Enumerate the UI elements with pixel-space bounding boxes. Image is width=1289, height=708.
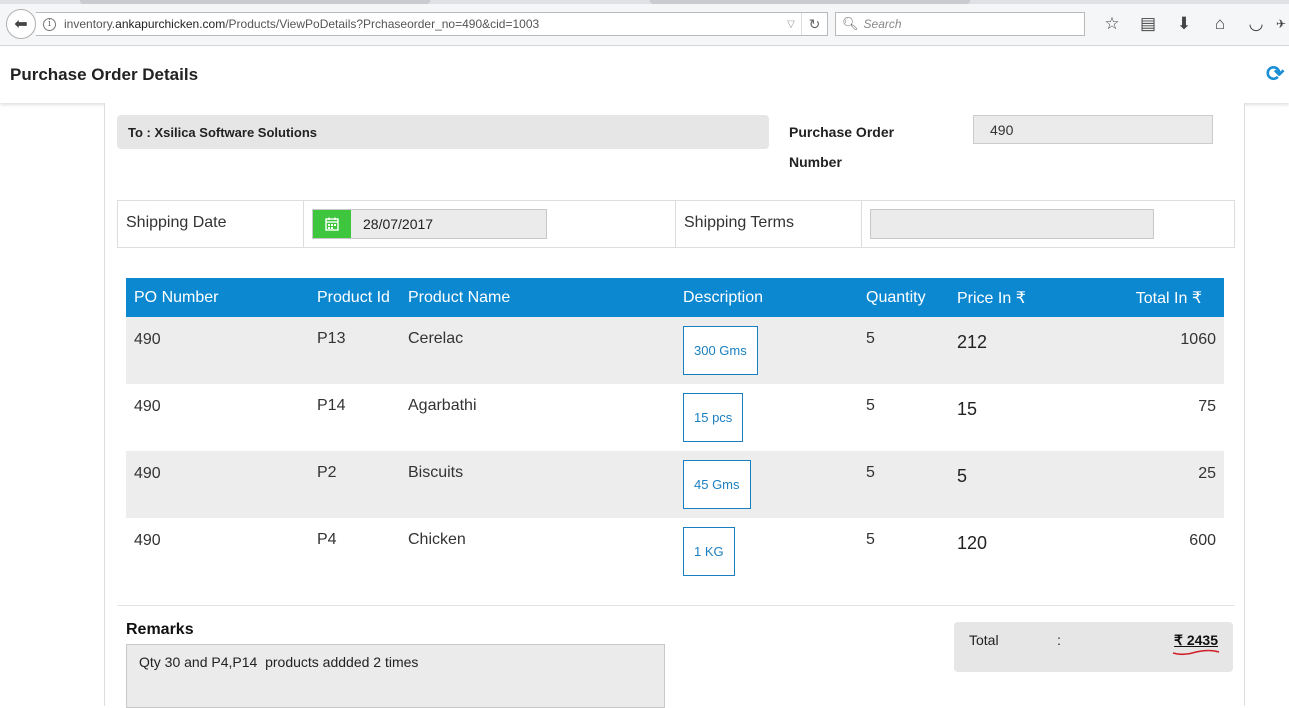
cell-quantity: 5	[866, 531, 875, 548]
pocket-icon[interactable]: ◡	[1238, 12, 1274, 36]
refresh-icon[interactable]: ⟳	[1266, 61, 1284, 87]
column-header-product-name: Product Name	[408, 288, 511, 306]
section-divider	[117, 605, 1235, 606]
cell-price: 120	[957, 533, 988, 553]
recipient-box: To : Xsilica Software Solutions	[117, 115, 769, 149]
home-icon[interactable]: ⌂	[1202, 12, 1238, 36]
page-title: Purchase Order Details	[10, 65, 199, 84]
description-box[interactable]: 300 Gms	[683, 326, 758, 375]
search-placeholder: Search	[863, 17, 902, 31]
cell-product-id: P13	[317, 330, 346, 347]
description-box[interactable]: 1 KG	[683, 527, 735, 576]
dropdown-icon[interactable]: ▽	[781, 19, 801, 30]
cell-description: 300 Gms	[675, 317, 858, 384]
column-header-quantity: Quantity	[866, 288, 926, 306]
reload-icon[interactable]: ↻	[801, 13, 827, 35]
cell-quantity: 5	[866, 330, 875, 347]
cell-product-id: P14	[317, 397, 346, 414]
po-number-label: Purchase Order Number	[789, 124, 895, 170]
cell-po-number: 490	[134, 331, 161, 348]
shipping-terms-label: Shipping Terms	[684, 214, 794, 231]
shipping-date-label-cell: Shipping Date	[118, 201, 304, 247]
cell-product-name: Chicken	[408, 531, 466, 548]
tab-strip	[0, 0, 1289, 4]
order-panel: To : Xsilica Software Solutions Purchase…	[104, 103, 1245, 708]
table-row: 490 P2 Biscuits 45 Gms 5 5 25	[126, 451, 1224, 518]
shipping-terms-label-cell: Shipping Terms	[676, 201, 862, 247]
column-header-po-number: PO Number	[134, 288, 219, 306]
cell-product-name: Agarbathi	[408, 397, 477, 414]
table-row: 490 P13 Cerelac 300 Gms 5 212 1060	[126, 317, 1224, 384]
info-icon[interactable]: i	[43, 17, 56, 31]
table-header-row: PO Number Product Id Product Name Descri…	[126, 278, 1224, 317]
url-text[interactable]: inventory.ankapurchicken.com/Products/Vi…	[64, 17, 781, 31]
bookmark-star-icon[interactable]: ☆	[1094, 12, 1130, 36]
cell-price: 212	[957, 332, 988, 352]
cell-description: 45 Gms	[675, 451, 858, 518]
cell-product-name: Biscuits	[408, 464, 464, 481]
remarks-label: Remarks	[126, 621, 194, 638]
cell-price: 15	[957, 399, 978, 419]
shipping-date-cell: 28/07/2017	[304, 201, 676, 247]
column-header-product-id: Product Id	[317, 288, 390, 306]
red-underline-annotation	[1172, 649, 1220, 656]
cell-price: 5	[957, 466, 968, 486]
shipping-terms-field[interactable]	[870, 209, 1154, 239]
browser-toolbar: ⬅ i inventory.ankapurchicken.com/Product…	[0, 0, 1289, 46]
cell-quantity: 5	[866, 397, 875, 414]
page-header: Purchase Order Details ⟳	[0, 47, 1289, 103]
description-box[interactable]: 45 Gms	[683, 460, 751, 509]
search-icon: 🔍︎	[842, 16, 859, 31]
address-bar[interactable]: i inventory.ankapurchicken.com/Products/…	[36, 12, 828, 36]
cell-product-id: P4	[317, 531, 337, 548]
total-label: Total	[969, 632, 999, 648]
cell-product-id: P2	[317, 464, 337, 481]
cell-total: 25	[1198, 465, 1216, 482]
cell-description: 1 KG	[675, 518, 858, 585]
cell-description: 15 pcs	[675, 384, 858, 451]
shipping-info: Shipping Date 28/07/2017 Shipping Terms	[117, 200, 1235, 248]
extension-icon[interactable]: ✈	[1274, 12, 1288, 36]
shipping-date-picker[interactable]: 28/07/2017	[312, 209, 547, 239]
browser-toolbar-icons: ☆ ▤ ⬇ ⌂ ◡ ✈	[1094, 12, 1288, 36]
table-row: 490 P14 Agarbathi 15 pcs 5 15 75	[126, 384, 1224, 451]
shipping-date-value[interactable]: 28/07/2017	[351, 210, 445, 238]
po-number-field[interactable]: 490	[973, 115, 1213, 144]
column-header-description: Description	[683, 288, 764, 306]
back-button[interactable]: ⬅	[6, 9, 36, 39]
browser-tab[interactable]	[80, 0, 430, 4]
cell-quantity: 5	[866, 464, 875, 481]
cell-total: 1060	[1180, 331, 1216, 348]
column-header-total: Total In ₹	[1135, 289, 1202, 307]
reading-list-icon[interactable]: ▤	[1130, 12, 1166, 36]
cell-product-name: Cerelac	[408, 330, 464, 347]
column-header-price: Price In ₹	[957, 289, 1026, 307]
shipping-terms-cell	[862, 201, 1234, 247]
table-row: 490 P4 Chicken 1 KG 5 120 600	[126, 518, 1224, 585]
cell-po-number: 490	[134, 532, 161, 549]
cell-total: 75	[1198, 398, 1216, 415]
shipping-date-label: Shipping Date	[126, 214, 227, 231]
cell-total: 600	[1189, 532, 1216, 549]
total-box: Total : ₹ 2435	[954, 622, 1233, 672]
cell-po-number: 490	[134, 398, 161, 415]
search-input[interactable]: 🔍︎ Search	[835, 12, 1085, 36]
browser-tab[interactable]	[650, 0, 970, 4]
calendar-icon[interactable]	[313, 210, 351, 238]
description-box[interactable]: 15 pcs	[683, 393, 744, 442]
back-arrow-icon: ⬅	[14, 16, 28, 33]
cell-po-number: 490	[134, 465, 161, 482]
download-icon[interactable]: ⬇	[1166, 12, 1202, 36]
items-table: PO Number Product Id Product Name Descri…	[126, 278, 1224, 585]
total-colon: :	[1057, 632, 1061, 648]
remarks-field[interactable]: Qty 30 and P4,P14 products addded 2 time…	[126, 644, 665, 708]
